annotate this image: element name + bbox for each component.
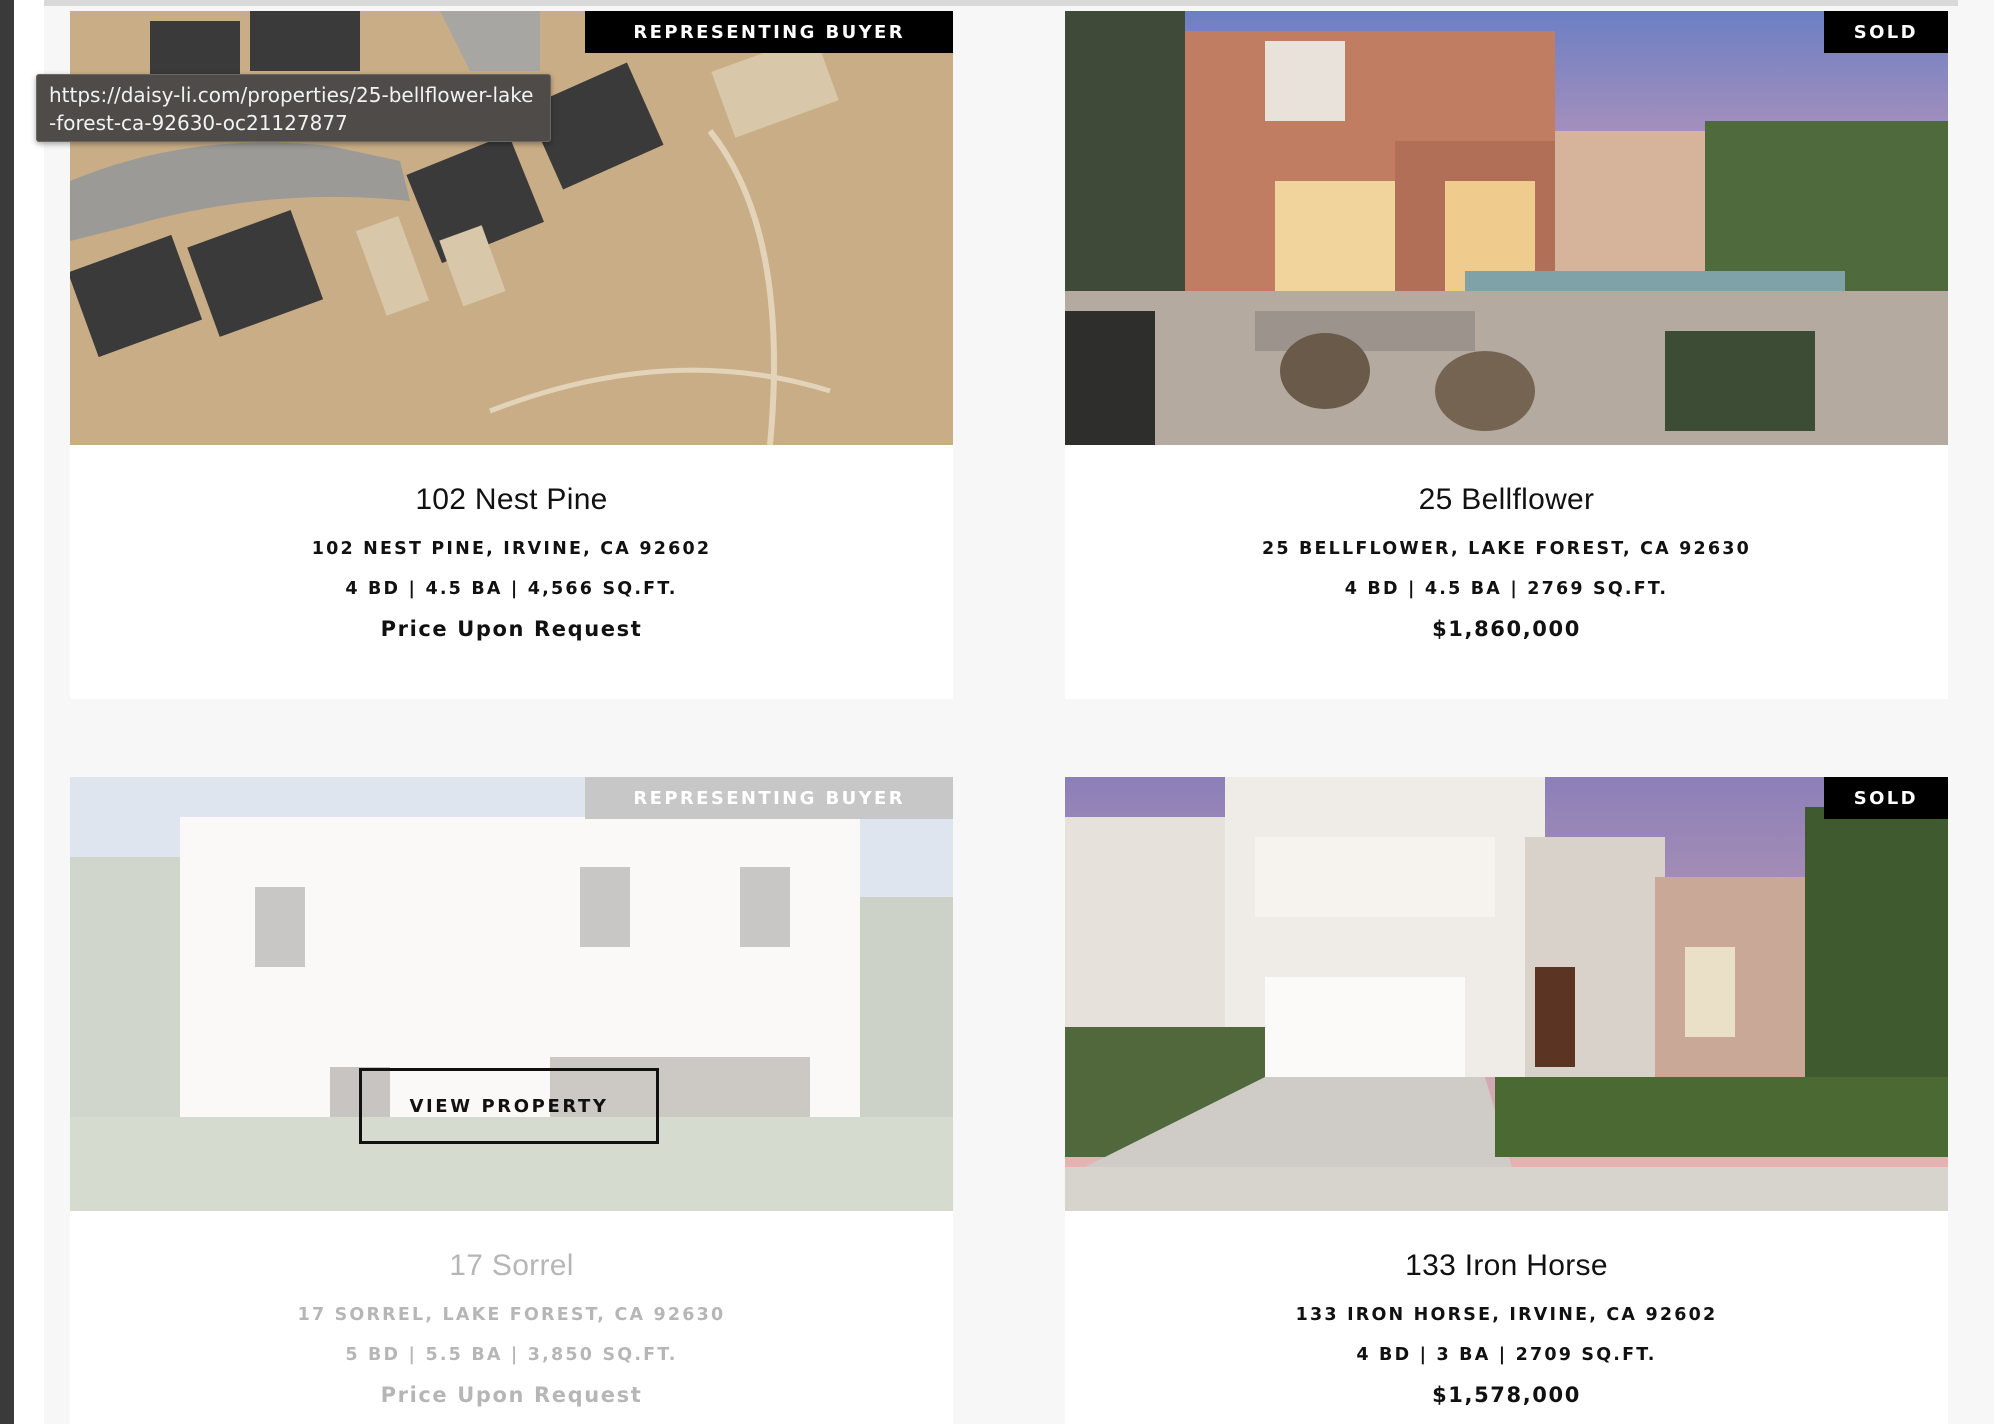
listing-address: 25 BELLFLOWER, LAKE FOREST, CA 92630	[1261, 539, 1752, 559]
listing-price: Price Upon Request	[380, 1383, 643, 1407]
listing-specs: 4 BD | 4.5 BA | 2769 SQ.FT.	[1344, 579, 1669, 599]
status-badge: REPRESENTING BUYER	[585, 777, 953, 819]
backyard-pool-photo-image	[1065, 11, 1948, 445]
status-badge: SOLD	[1823, 777, 1948, 819]
link-url-tooltip: https://daisy-li.com/properties/25-bellf…	[36, 74, 551, 142]
listing-price: Price Upon Request	[380, 617, 643, 641]
garage-house-photo-image	[1065, 777, 1948, 1211]
listing-specs: 4 BD | 4.5 BA | 4,566 SQ.FT.	[345, 579, 678, 599]
listing-title[interactable]: 102 Nest Pine	[70, 483, 953, 517]
listing-price: $1,860,000	[1432, 617, 1581, 641]
listing-card-133-iron-horse[interactable]: SOLD 133 Iron Horse 133 IRON HORSE, IRVI…	[1065, 777, 1948, 1424]
listing-specs: 4 BD | 3 BA | 2709 SQ.FT.	[1356, 1345, 1657, 1365]
browser-viewport: REPRESENTING BUYER 102 Nest Pine 102 NES…	[14, 0, 1994, 1424]
listing-card-25-bellflower[interactable]: SOLD 25 Bellflower 25 BELLFLOWER, LAKE F…	[1065, 11, 1948, 699]
listing-title[interactable]: 133 Iron Horse	[1065, 1249, 1948, 1283]
listing-details: 102 Nest Pine 102 NEST PINE, IRVINE, CA …	[70, 445, 953, 641]
listing-address: 133 IRON HORSE, IRVINE, CA 92602	[1295, 1305, 1718, 1325]
listing-title[interactable]: 25 Bellflower	[1065, 483, 1948, 517]
status-badge: REPRESENTING BUYER	[585, 11, 953, 53]
listing-photo[interactable]: SOLD	[1065, 11, 1948, 445]
listing-photo[interactable]: REPRESENTING BUYER	[70, 777, 953, 1211]
status-badge: SOLD	[1823, 11, 1948, 53]
right-gutter	[1958, 0, 1994, 1424]
listing-details: 17 Sorrel 17 SORREL, LAKE FOREST, CA 926…	[70, 1211, 953, 1407]
listing-details: 133 Iron Horse 133 IRON HORSE, IRVINE, C…	[1065, 1211, 1948, 1407]
view-property-button[interactable]: VIEW PROPERTY	[359, 1068, 659, 1144]
left-margin	[14, 0, 44, 1424]
listing-address: 102 NEST PINE, IRVINE, CA 92602	[311, 539, 712, 559]
listing-specs: 5 BD | 5.5 BA | 3,850 SQ.FT.	[345, 1345, 678, 1365]
listing-details: 25 Bellflower 25 BELLFLOWER, LAKE FOREST…	[1065, 445, 1948, 641]
listing-address: 17 SORREL, LAKE FOREST, CA 92630	[297, 1305, 726, 1325]
listing-title[interactable]: 17 Sorrel	[70, 1249, 953, 1283]
listing-photo[interactable]: SOLD	[1065, 777, 1948, 1211]
listing-price: $1,578,000	[1432, 1383, 1581, 1407]
white-house-photo-image	[70, 777, 953, 1211]
top-edge	[14, 0, 1994, 6]
